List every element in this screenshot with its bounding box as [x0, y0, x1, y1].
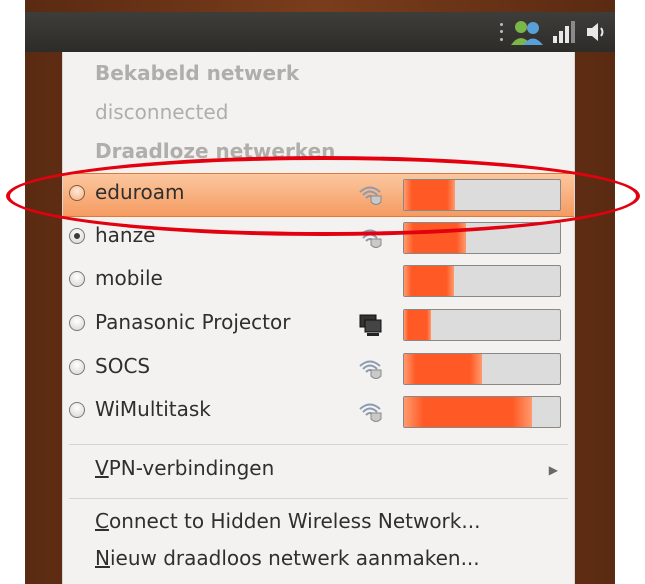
- signal-strength-bar: [403, 396, 561, 428]
- secure-wifi-icon: [357, 399, 383, 425]
- menu-separator: [69, 498, 568, 499]
- network-signal-icon[interactable]: [551, 19, 579, 45]
- network-menu: Bekabeld netwerk disconnected Draadloze …: [62, 52, 575, 584]
- network-radio[interactable]: [69, 185, 85, 201]
- new-wireless-network-item[interactable]: Nieuw draadloos netwerk aanmaken...: [95, 546, 480, 570]
- top-panel: [25, 12, 615, 52]
- hidden-mnemonic: C: [95, 509, 109, 533]
- vpn-label: PN-verbindingen: [108, 456, 275, 480]
- panel-handle-icon: [500, 21, 503, 43]
- network-name: WiMultitask: [95, 397, 211, 421]
- wireless-networks-header: Draadloze netwerken: [95, 139, 336, 163]
- wired-status: disconnected: [95, 100, 229, 124]
- vpn-mnemonic: V: [95, 456, 109, 480]
- signal-strength-fill: [404, 397, 532, 427]
- wireless-network-item[interactable]: WiMultitask: [63, 391, 574, 433]
- signal-strength-bar: [403, 179, 561, 211]
- secure-wifi-icon: [357, 356, 383, 382]
- hidden-label: onnect to Hidden Wireless Network...: [108, 509, 481, 533]
- users-icon[interactable]: [509, 19, 545, 45]
- signal-strength-bar: [403, 353, 561, 385]
- secure-wifi-icon: [357, 225, 383, 251]
- signal-strength-fill: [404, 266, 454, 296]
- volume-icon[interactable]: [585, 19, 607, 45]
- new-label: ieuw draadloos netwerk aanmaken...: [109, 546, 480, 570]
- wireless-network-item[interactable]: hanze: [63, 217, 574, 259]
- network-name: Panasonic Projector: [95, 310, 291, 334]
- submenu-arrow-icon: ▶: [548, 463, 558, 477]
- signal-strength-bar: [403, 265, 561, 297]
- menu-separator: [69, 444, 568, 445]
- signal-strength-fill: [404, 354, 482, 384]
- wireless-network-item[interactable]: Panasonic Projector: [63, 304, 574, 346]
- network-radio[interactable]: [69, 228, 85, 244]
- secure-wifi-icon: [357, 182, 383, 208]
- network-radio[interactable]: [69, 271, 85, 287]
- network-radio[interactable]: [69, 315, 85, 331]
- signal-strength-fill: [404, 223, 467, 253]
- adhoc-computer-icon: [357, 312, 383, 338]
- signal-strength-bar: [403, 309, 561, 341]
- network-name: eduroam: [95, 180, 185, 204]
- connect-hidden-network-item[interactable]: Connect to Hidden Wireless Network...: [95, 509, 480, 533]
- network-name: SOCS: [95, 354, 151, 378]
- network-name: hanze: [95, 223, 156, 247]
- signal-strength-fill: [404, 180, 456, 210]
- wireless-network-item[interactable]: mobile: [63, 260, 574, 302]
- network-name: mobile: [95, 266, 163, 290]
- wireless-network-item[interactable]: eduroam: [63, 173, 574, 217]
- new-mnemonic: N: [95, 546, 110, 570]
- vpn-connections-item[interactable]: VPN-verbindingen: [95, 456, 274, 480]
- signal-strength-bar: [403, 222, 561, 254]
- network-radio[interactable]: [69, 359, 85, 375]
- system-tray: [500, 18, 607, 46]
- signal-strength-fill: [404, 310, 431, 340]
- wireless-network-item[interactable]: SOCS: [63, 348, 574, 390]
- network-radio[interactable]: [69, 402, 85, 418]
- wired-network-header: Bekabeld netwerk: [95, 61, 300, 85]
